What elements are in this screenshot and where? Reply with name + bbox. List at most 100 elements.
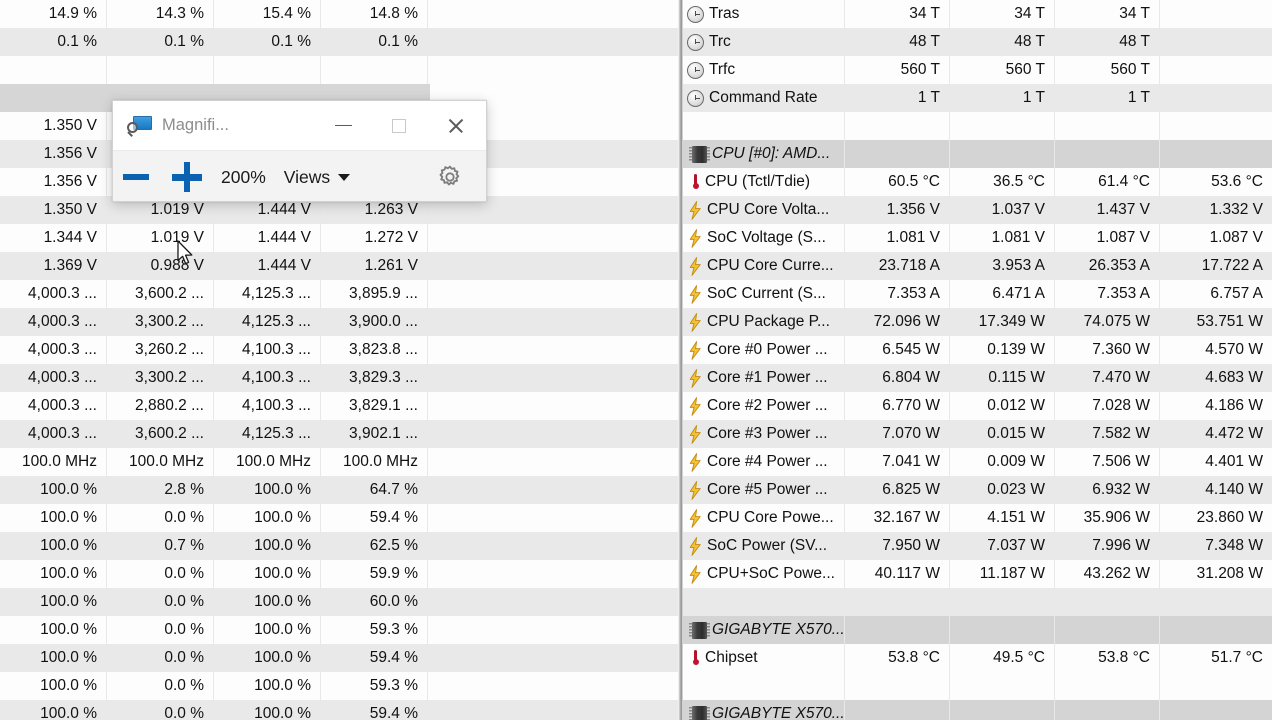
table-cell: 0.0 % — [107, 616, 214, 644]
row-label-cell: Tras — [683, 0, 845, 28]
table-cell: 1.081 V — [950, 224, 1055, 252]
row-tail — [428, 364, 678, 392]
table-row[interactable] — [683, 112, 1280, 140]
table-cell — [1055, 112, 1160, 140]
table-cell: 3,823.8 ... — [321, 336, 428, 364]
table-row[interactable]: SoC Power (SV... 7.950 W 7.037 W 7.996 W 7.3… — [683, 532, 1280, 560]
table-row[interactable]: 4,000.3 ... 3,260.2 ... 4,100.3 ... 3,823.8… — [0, 336, 678, 364]
table-cell: 34 T — [950, 0, 1055, 28]
row-label-cell: CPU Core Volta... — [683, 196, 845, 224]
row-label: CPU+SoC Powe... — [707, 565, 835, 582]
table-row[interactable]: 100.0 % 0.0 % 100.0 % 60.0 % — [0, 588, 678, 616]
table-row[interactable]: 100.0 % 0.0 % 100.0 % 59.4 % — [0, 700, 678, 720]
table-row[interactable]: Core #4 Power ... 7.041 W 0.009 W 7.506 W 4.… — [683, 448, 1280, 476]
sensor-table-right[interactable]: Tras 34 T 34 T 34 T Trc 48 T 48 T 48 T Trfc 560 T… — [683, 0, 1280, 720]
table-cell: 3,600.2 ... — [107, 420, 214, 448]
chip-body — [689, 706, 710, 720]
table-cell: 59.9 % — [321, 560, 428, 588]
table-row[interactable]: Core #1 Power ... 6.804 W 0.115 W 7.470 W 4.… — [683, 364, 1280, 392]
table-row[interactable]: CPU Core Curre... 23.718 A 3.953 A 26.353 A… — [683, 252, 1280, 280]
row-label: Tras — [709, 5, 740, 22]
maximize-button[interactable] — [374, 101, 424, 150]
table-cell: 34 T — [845, 0, 950, 28]
table-cell: 1 T — [950, 84, 1055, 112]
row-label: Core #5 Power ... — [707, 481, 828, 498]
table-cell: 1.444 V — [214, 224, 321, 252]
row-label-cell: CPU (Tctl/Tdie) — [683, 168, 845, 196]
table-row[interactable]: 4,000.3 ... 3,600.2 ... 4,125.3 ... 3,902.1… — [0, 420, 678, 448]
table-row[interactable]: Trfc 560 T 560 T 560 T — [683, 56, 1280, 84]
table-cell: 74.075 W — [1055, 308, 1160, 336]
views-dropdown[interactable]: Views — [284, 167, 351, 188]
table-row[interactable]: Core #2 Power ... 6.770 W 0.012 W 7.028 W 4.… — [683, 392, 1280, 420]
table-row-group[interactable]: GIGABYTE X570... — [683, 616, 1280, 644]
table-row[interactable]: CPU Package P... 72.096 W 17.349 W 74.075 W… — [683, 308, 1280, 336]
minimize-button[interactable] — [318, 101, 368, 150]
table-cell: 4,000.3 ... — [0, 364, 107, 392]
row-label: CPU (Tctl/Tdie) — [705, 173, 811, 190]
table-row[interactable]: Core #0 Power ... 6.545 W 0.139 W 7.360 W 4.… — [683, 336, 1280, 364]
zoom-in-button[interactable] — [159, 151, 215, 201]
table-row[interactable]: 100.0 % 0.0 % 100.0 % 59.9 % — [0, 560, 678, 588]
table-row[interactable]: 1.369 V 0.988 V 1.444 V 1.261 V — [0, 252, 678, 280]
table-row[interactable]: 100.0 % 0.0 % 100.0 % 59.4 % — [0, 504, 678, 532]
row-tail — [428, 616, 678, 644]
zoom-out-button[interactable] — [113, 151, 159, 201]
table-row-group[interactable]: GIGABYTE X570... — [683, 700, 1280, 720]
table-row[interactable]: Trc 48 T 48 T 48 T — [683, 28, 1280, 56]
table-cell: 7.950 W — [845, 532, 950, 560]
row-tail — [428, 336, 678, 364]
table-row-group[interactable]: CPU [#0]: AMD... — [683, 140, 1280, 168]
table-cell: 7.037 W — [950, 532, 1055, 560]
table-cell: 1.356 V — [0, 140, 107, 168]
table-row[interactable]: 4,000.3 ... 3,300.2 ... 4,125.3 ... 3,900.0… — [0, 308, 678, 336]
clock-icon — [687, 61, 704, 79]
magnifier-titlebar[interactable]: Magnifi... — [113, 101, 486, 150]
table-cell: 40.117 W — [845, 560, 950, 588]
settings-button[interactable] — [430, 151, 470, 201]
close-button[interactable] — [430, 101, 480, 150]
table-cell: 4,000.3 ... — [0, 336, 107, 364]
table-row[interactable]: 100.0 % 0.0 % 100.0 % 59.4 % — [0, 644, 678, 672]
table-cell: 0.1 % — [0, 28, 107, 56]
table-row[interactable]: CPU (Tctl/Tdie) 60.5 °C 36.5 °C 61.4 °C 53.6… — [683, 168, 1280, 196]
table-row[interactable] — [683, 672, 1280, 700]
table-row[interactable]: 100.0 MHz 100.0 MHz 100.0 MHz 100.0 MHz — [0, 448, 678, 476]
table-cell: 4,125.3 ... — [214, 308, 321, 336]
table-cell: 1.037 V — [950, 196, 1055, 224]
table-cell: 100.0 MHz — [321, 448, 428, 476]
maximize-icon — [392, 118, 406, 133]
table-row[interactable]: 100.0 % 0.0 % 100.0 % 59.3 % — [0, 672, 678, 700]
table-row[interactable]: 14.9 % 14.3 % 15.4 % 14.8 % — [0, 0, 678, 28]
table-row[interactable]: Core #3 Power ... 7.070 W 0.015 W 7.582 W 4.… — [683, 420, 1280, 448]
table-row[interactable]: Chipset 53.8 °C 49.5 °C 53.8 °C 51.7 °C — [683, 644, 1280, 672]
table-row[interactable] — [0, 56, 678, 84]
table-row[interactable]: 100.0 % 2.8 % 100.0 % 64.7 % — [0, 476, 678, 504]
table-row[interactable]: 0.1 % 0.1 % 0.1 % 0.1 % — [0, 28, 678, 56]
table-cell — [1160, 56, 1272, 84]
table-row[interactable]: CPU+SoC Powe... 40.117 W 11.187 W 43.262 W3… — [683, 560, 1280, 588]
row-label-cell: CPU [#0]: AMD... — [683, 140, 845, 168]
table-row[interactable] — [683, 588, 1280, 616]
table-row[interactable]: 100.0 % 0.0 % 100.0 % 59.3 % — [0, 616, 678, 644]
table-row[interactable]: 1.344 V 1.019 V 1.444 V 1.272 V — [0, 224, 678, 252]
table-row[interactable]: Command Rate 1 T1 T1 T — [683, 84, 1280, 112]
magnifier-window[interactable]: Magnifi... 200% Views — [112, 100, 487, 202]
table-row[interactable]: 4,000.3 ... 3,300.2 ... 4,100.3 ... 3,829.3… — [0, 364, 678, 392]
row-label-cell: Core #5 Power ... — [683, 476, 845, 504]
table-row[interactable]: Core #5 Power ... 6.825 W 0.023 W 6.932 W 4.… — [683, 476, 1280, 504]
table-row[interactable]: CPU Core Volta... 1.356 V 1.037 V 1.437 V 1.… — [683, 196, 1280, 224]
table-row[interactable]: 4,000.3 ... 2,880.2 ... 4,100.3 ... 3,829.1… — [0, 392, 678, 420]
table-row[interactable]: 100.0 % 0.7 % 100.0 % 62.5 % — [0, 532, 678, 560]
minimize-icon — [334, 124, 352, 127]
table-cell: 100.0 % — [214, 700, 321, 720]
table-row[interactable]: 4,000.3 ... 3,600.2 ... 4,125.3 ... 3,895.9… — [0, 280, 678, 308]
table-row[interactable]: CPU Core Powe... 32.167 W 4.151 W 35.906 W2… — [683, 504, 1280, 532]
table-cell: 6.804 W — [845, 364, 950, 392]
table-row[interactable]: SoC Voltage (S... 1.081 V 1.081 V 1.087 V 1.… — [683, 224, 1280, 252]
row-label-cell: CPU Core Powe... — [683, 504, 845, 532]
table-row[interactable]: Tras 34 T 34 T 34 T — [683, 0, 1280, 28]
table-cell: 3,900.0 ... — [321, 308, 428, 336]
table-cell: 6.770 W — [845, 392, 950, 420]
table-row[interactable]: SoC Current (S... 7.353 A 6.471 A 7.353 A 6.… — [683, 280, 1280, 308]
